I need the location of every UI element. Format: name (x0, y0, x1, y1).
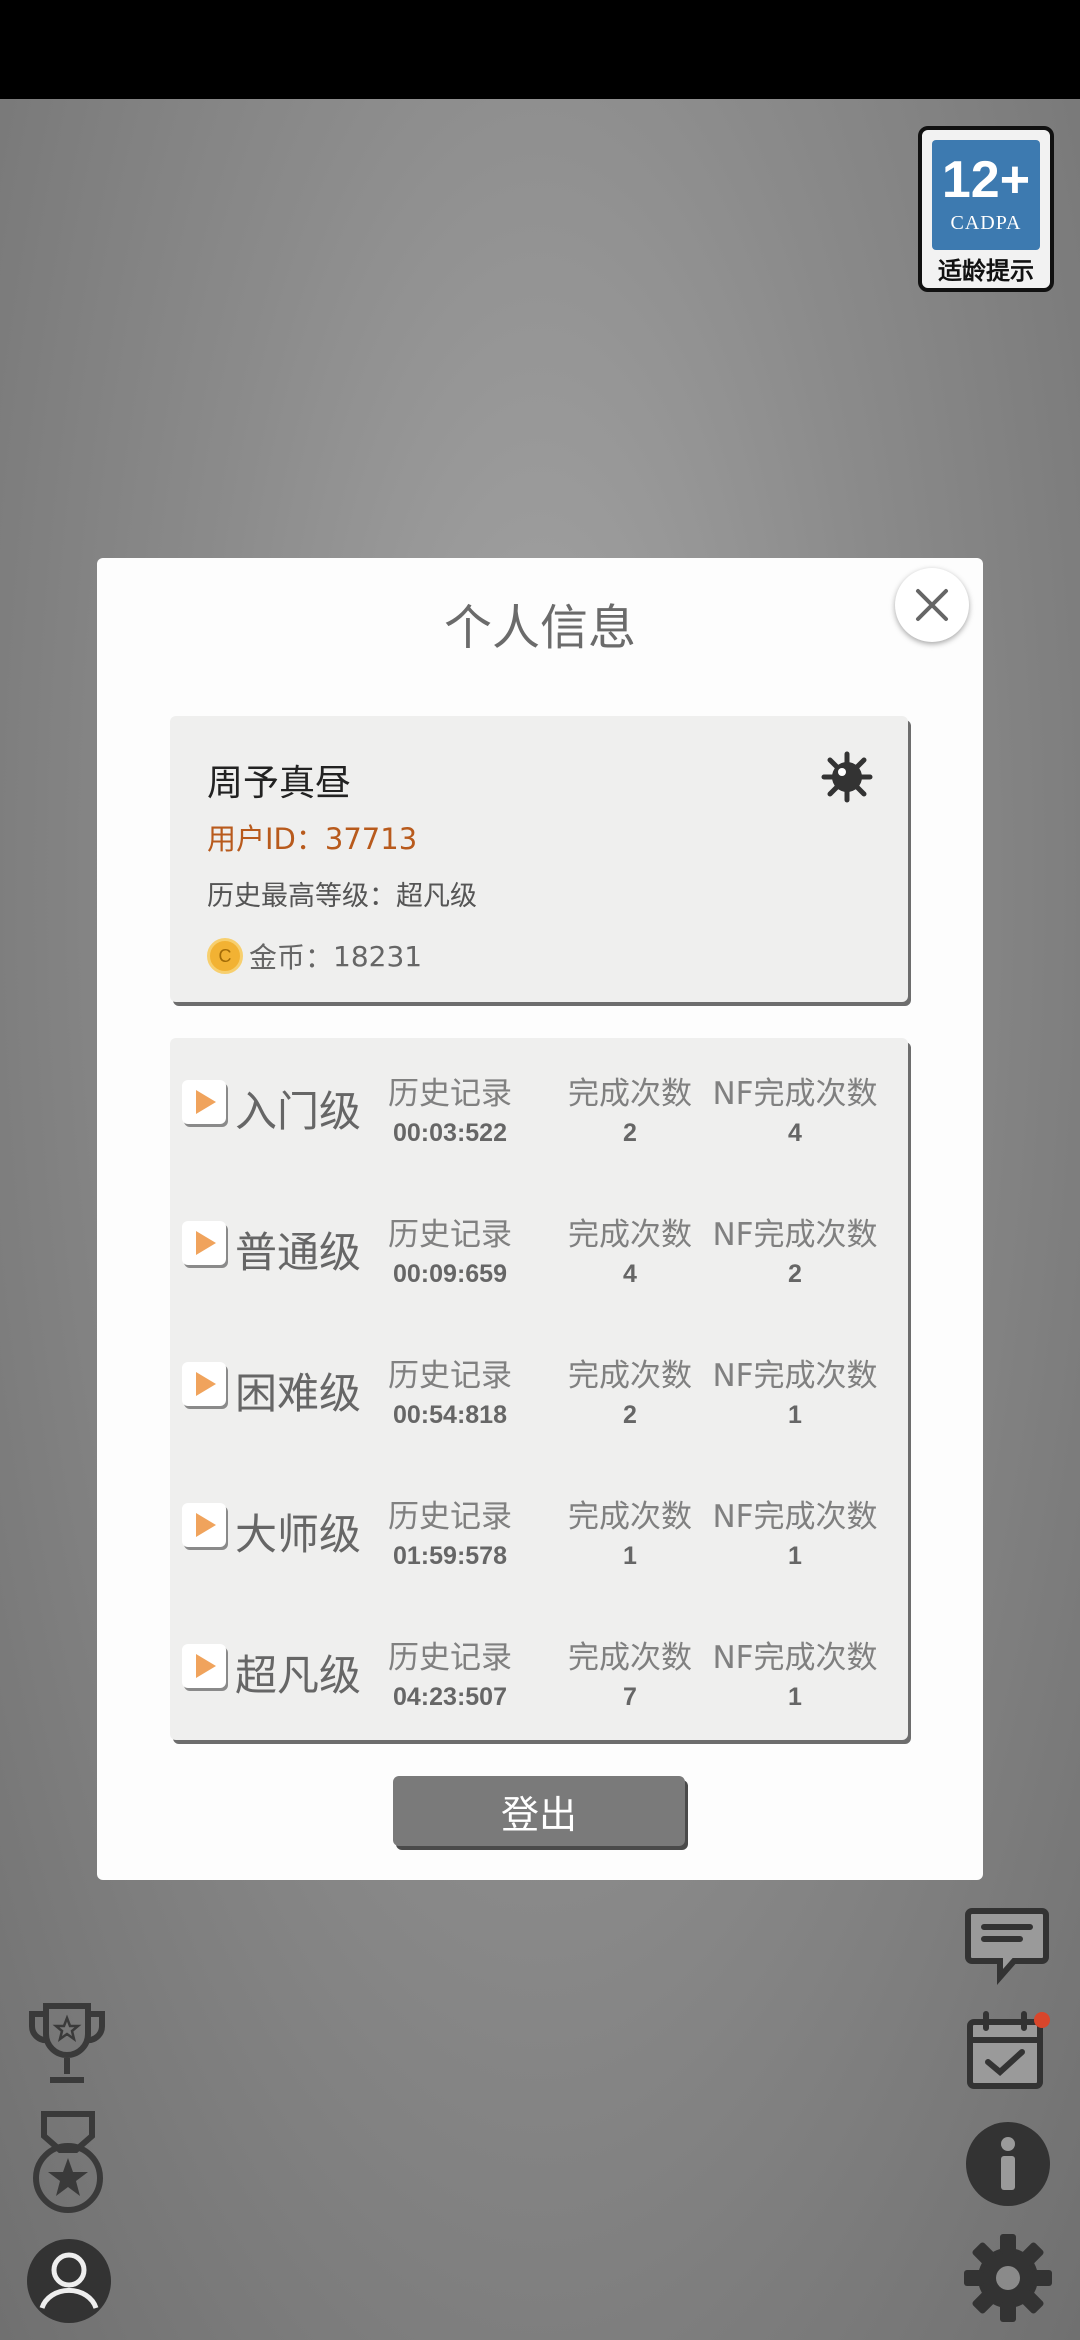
medal-icon[interactable] (30, 2110, 106, 2216)
history-record: 历史记录 04:23:507 (370, 1632, 530, 1712)
age-rating-tip: 适龄提示 (938, 257, 1034, 285)
play-button[interactable] (182, 1362, 226, 1406)
best-level-value: 超凡级 (396, 881, 477, 912)
history-value: 01:59:578 (393, 1542, 507, 1570)
play-button[interactable] (182, 1644, 226, 1688)
user-info-card: 周予真昼 用户ID：37713 历史最高等级：超凡级 C 金币： 18231 (170, 716, 908, 1002)
play-icon (196, 1090, 216, 1114)
age-rating-badge: 12+ CADPA 适龄提示 (918, 126, 1054, 292)
level-records-card: 入门级 历史记录 00:03:522 完成次数 2 NF完成次数 4 普通级 历史记录… (170, 1038, 908, 1740)
completion-count: 完成次数 7 (555, 1632, 705, 1712)
history-record: 历史记录 01:59:578 (370, 1491, 530, 1571)
level-row: 困难级 历史记录 00:54:818 完成次数 2 NF完成次数 1 (170, 1320, 908, 1440)
play-icon (196, 1231, 216, 1255)
nf-completion-value: 4 (788, 1119, 802, 1147)
history-value: 04:23:507 (393, 1683, 507, 1711)
completion-count: 完成次数 1 (555, 1491, 705, 1571)
nf-completion-label: NF完成次数 (712, 1076, 878, 1112)
best-level: 历史最高等级：超凡级 (207, 874, 477, 913)
nf-completion-label: NF完成次数 (712, 1499, 878, 1535)
history-value: 00:09:659 (393, 1260, 507, 1288)
user-id-label: 用户ID： (207, 822, 325, 856)
play-button[interactable] (182, 1221, 226, 1265)
nf-completion-value: 1 (788, 1683, 802, 1711)
history-value: 00:03:522 (393, 1119, 507, 1147)
logout-button[interactable]: 登出 (393, 1776, 685, 1846)
level-row: 大师级 历史记录 01:59:578 完成次数 1 NF完成次数 1 (170, 1461, 908, 1581)
history-value: 00:54:818 (393, 1401, 507, 1429)
user-id-value: 37713 (324, 822, 418, 856)
completion-value: 2 (623, 1401, 637, 1429)
mine-settings-icon[interactable] (820, 750, 874, 804)
history-label: 历史记录 (388, 1640, 512, 1676)
nf-completion-count: NF完成次数 4 (710, 1068, 880, 1148)
nf-completion-count: NF完成次数 1 (710, 1491, 880, 1571)
nf-completion-count: NF完成次数 1 (710, 1632, 880, 1712)
completion-label: 完成次数 (568, 1358, 692, 1394)
completion-value: 1 (623, 1542, 637, 1570)
coins-label: 金币： (249, 941, 334, 974)
dialog-title: 个人信息 (443, 600, 636, 656)
coin-icon: C (207, 938, 243, 974)
close-icon (916, 589, 948, 621)
nf-completion-value: 1 (788, 1401, 802, 1429)
trophy-icon[interactable] (26, 2000, 108, 2090)
level-row: 超凡级 历史记录 04:23:507 完成次数 7 NF完成次数 1 (170, 1602, 908, 1722)
history-label: 历史记录 (388, 1076, 512, 1112)
level-name: 超凡级 (235, 1651, 362, 1700)
info-icon[interactable] (964, 2120, 1052, 2208)
settings-gear-icon[interactable] (962, 2232, 1054, 2324)
completion-label: 完成次数 (568, 1640, 692, 1676)
completion-count: 完成次数 2 (555, 1350, 705, 1430)
completion-value: 2 (623, 1119, 637, 1147)
completion-count: 完成次数 2 (555, 1068, 705, 1148)
history-label: 历史记录 (388, 1499, 512, 1535)
nf-completion-label: NF完成次数 (712, 1640, 878, 1676)
nf-completion-value: 1 (788, 1542, 802, 1570)
play-icon (196, 1654, 216, 1678)
history-record: 历史记录 00:03:522 (370, 1068, 530, 1148)
coins-value: 18231 (333, 939, 423, 973)
profile-dialog: 个人信息 周予真昼 用户ID：37713 历史最高等级：超凡级 C 金币： 18… (97, 558, 983, 1880)
nf-completion-label: NF完成次数 (712, 1358, 878, 1394)
best-level-label: 历史最高等级： (207, 881, 396, 912)
notification-dot (1034, 2012, 1050, 2028)
nf-completion-value: 2 (788, 1260, 802, 1288)
profile-icon[interactable] (24, 2236, 114, 2326)
play-icon (196, 1513, 216, 1537)
chat-icon[interactable] (964, 1905, 1050, 1985)
history-record: 历史记录 00:09:659 (370, 1209, 530, 1289)
history-label: 历史记录 (388, 1217, 512, 1253)
nf-completion-count: NF完成次数 1 (710, 1350, 880, 1430)
completion-label: 完成次数 (568, 1499, 692, 1535)
play-icon (196, 1372, 216, 1396)
history-record: 历史记录 00:54:818 (370, 1350, 530, 1430)
age-rating-org: CADPA (950, 212, 1022, 234)
completion-label: 完成次数 (568, 1217, 692, 1253)
play-button[interactable] (182, 1080, 226, 1124)
history-label: 历史记录 (388, 1358, 512, 1394)
play-button[interactable] (182, 1503, 226, 1547)
completion-count: 完成次数 4 (555, 1209, 705, 1289)
completion-value: 4 (623, 1260, 637, 1288)
level-row: 入门级 历史记录 00:03:522 完成次数 2 NF完成次数 4 (170, 1038, 908, 1158)
age-rating-value: 12+ (941, 151, 1031, 209)
level-name: 入门级 (235, 1087, 362, 1136)
close-button[interactable] (895, 568, 969, 642)
user-id: 用户ID：37713 (207, 816, 417, 858)
user-name: 周予真昼 (207, 763, 352, 804)
level-row: 普通级 历史记录 00:09:659 完成次数 4 NF完成次数 2 (170, 1179, 908, 1299)
status-bar (0, 0, 1080, 99)
completion-value: 7 (623, 1683, 637, 1711)
nf-completion-label: NF完成次数 (712, 1217, 878, 1253)
nf-completion-count: NF完成次数 2 (710, 1209, 880, 1289)
level-name: 困难级 (235, 1369, 362, 1418)
completion-label: 完成次数 (568, 1076, 692, 1112)
calendar-check-icon[interactable] (964, 2008, 1054, 2094)
coin-balance: C 金币： 18231 (207, 936, 422, 976)
level-name: 普通级 (235, 1228, 362, 1277)
level-name: 大师级 (235, 1510, 362, 1559)
